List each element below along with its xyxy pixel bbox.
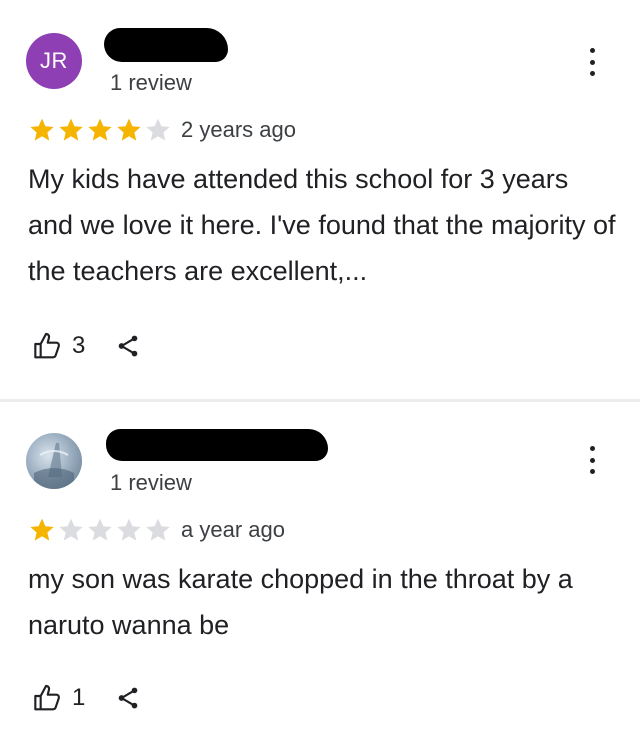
avatar-photo-icon <box>34 443 74 489</box>
star-empty-icon <box>88 518 112 541</box>
star-filled-icon <box>117 118 141 141</box>
more-options-icon[interactable] <box>585 446 599 474</box>
avatar[interactable] <box>26 433 82 489</box>
review-card: JR 1 review 2 years ago My kids have att… <box>0 0 640 400</box>
like-count: 3 <box>72 332 86 359</box>
star-rating <box>28 516 173 544</box>
rating-row: 2 years ago <box>28 116 296 144</box>
avatar[interactable]: JR <box>26 33 82 89</box>
reviewer-review-count[interactable]: 1 review <box>110 70 192 96</box>
review-card: 1 review a year ago my son was karate ch… <box>0 402 640 741</box>
review-text: My kids have attended this school for 3 … <box>28 164 616 286</box>
rating-row: a year ago <box>28 516 285 544</box>
redacted-reviewer-name <box>106 429 328 461</box>
star-empty-icon <box>59 518 83 541</box>
reviewer-review-count[interactable]: 1 review <box>110 470 192 496</box>
share-icon[interactable] <box>115 333 141 359</box>
review-text: my son was karate chopped in the throat … <box>28 564 573 640</box>
review-date: 2 years ago <box>181 117 296 142</box>
review-actions: 1 <box>32 682 141 714</box>
review-actions: 3 <box>32 330 141 362</box>
star-filled-icon <box>88 118 112 141</box>
redacted-reviewer-name <box>104 28 228 62</box>
thumb-up-icon[interactable] <box>32 330 64 362</box>
like-count: 1 <box>72 684 86 711</box>
share-icon[interactable] <box>115 685 141 711</box>
review-date: a year ago <box>181 517 285 542</box>
star-filled-icon <box>59 118 83 141</box>
star-rating <box>28 116 173 144</box>
star-filled-icon <box>30 518 54 541</box>
star-empty-icon <box>146 118 170 141</box>
star-filled-icon <box>30 118 54 141</box>
star-empty-icon <box>117 518 141 541</box>
more-options-icon[interactable] <box>585 48 599 76</box>
thumb-up-icon[interactable] <box>32 682 64 714</box>
star-empty-icon <box>146 518 170 541</box>
